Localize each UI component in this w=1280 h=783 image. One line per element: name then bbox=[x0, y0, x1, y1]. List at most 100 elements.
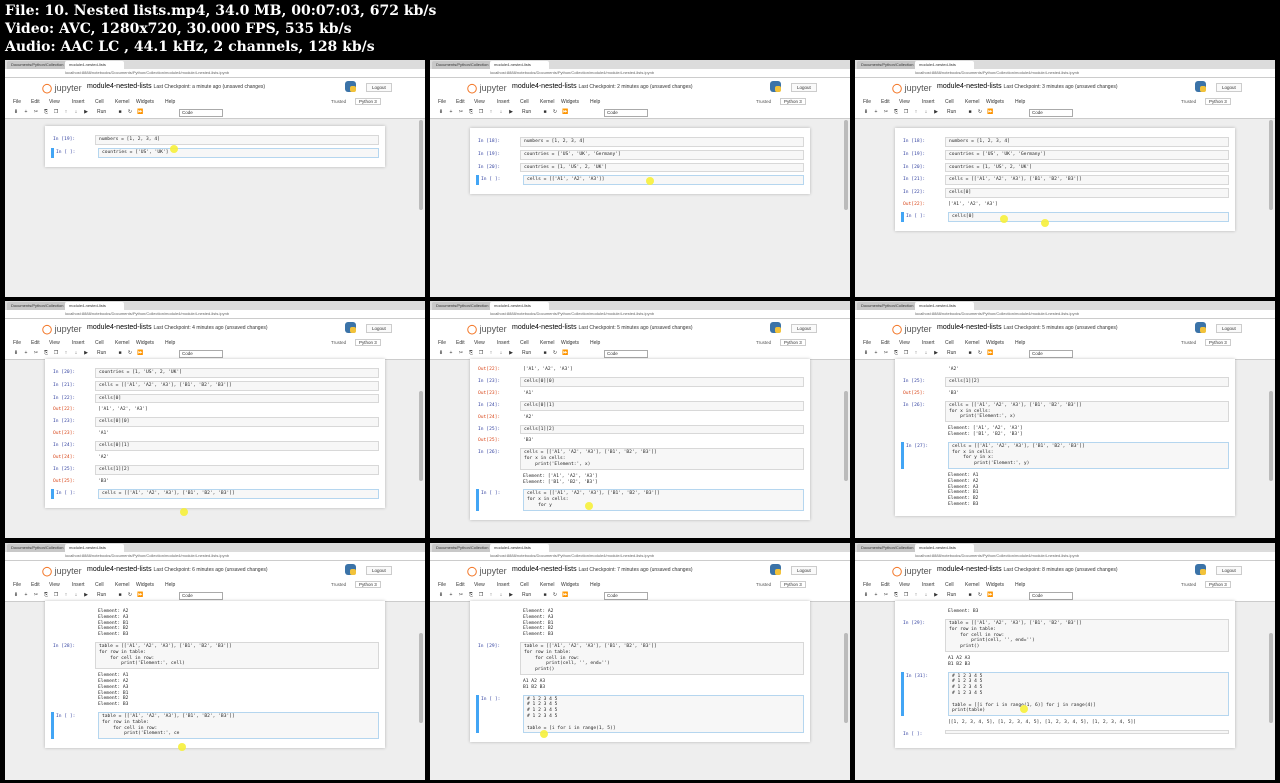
code-cell[interactable]: In [31]: # 1 2 3 4 5 # 1 2 3 4 5 # 1 2 3 … bbox=[901, 671, 1229, 717]
menu-item[interactable]: File bbox=[438, 340, 446, 346]
menu-item[interactable]: Cell bbox=[945, 340, 954, 346]
menu-item[interactable]: Edit bbox=[881, 99, 890, 105]
toolbar-icon[interactable]: ↑ bbox=[913, 350, 919, 356]
cell-code[interactable]: cells = [['A1', 'A2', 'A3'], ['B1', 'B2'… bbox=[98, 488, 379, 499]
code-cell[interactable]: In [26]: cells = [['A1', 'A2', 'A3'], ['B… bbox=[901, 400, 1229, 423]
cell-code[interactable]: numbers = [1, 2, 3, 4] bbox=[520, 137, 804, 147]
menu-item[interactable]: View bbox=[49, 99, 60, 105]
toolbar-icon[interactable]: ▶ bbox=[83, 592, 89, 598]
menu-item[interactable]: Widgets bbox=[561, 99, 579, 105]
cell-code[interactable]: # 1 2 3 4 5 # 1 2 3 4 5 # 1 2 3 4 5 # 1 … bbox=[523, 694, 804, 734]
toolbar-icon[interactable]: ■ bbox=[967, 109, 973, 115]
toolbar-icon[interactable]: ↑ bbox=[63, 350, 69, 356]
toolbar-icon[interactable]: ⏩ bbox=[987, 592, 993, 598]
cell-code[interactable]: cells = [['A1', 'A2', 'A3'], ['B1', 'B2'… bbox=[945, 400, 1229, 423]
cell-code[interactable]: cells[0] bbox=[945, 188, 1229, 198]
menu-item[interactable]: Cell bbox=[520, 99, 529, 105]
notebook-title[interactable]: module4-nested-lists Last Checkpoint: a … bbox=[87, 83, 265, 90]
toolbar-icon[interactable]: + bbox=[873, 350, 879, 356]
code-cell[interactable]: In [19]: countries = ['US', 'UK', 'German… bbox=[476, 149, 804, 160]
cell-code[interactable]: countries = ['US', 'UK'] bbox=[98, 147, 379, 158]
toolbar-icon[interactable]: ■ bbox=[117, 109, 123, 115]
scrollbar[interactable] bbox=[1269, 120, 1273, 210]
logout-button[interactable]: Logout bbox=[366, 324, 392, 333]
menu-item[interactable]: View bbox=[899, 99, 910, 105]
menu-item[interactable]: Insert bbox=[497, 582, 510, 588]
toolbar-icon[interactable]: ▶ bbox=[933, 350, 939, 356]
address-bar[interactable]: localhost:8888/notebooks/Documents/Pytho… bbox=[430, 310, 850, 319]
jupyter-logo[interactable]: ◯ jupyter bbox=[892, 324, 932, 335]
browser-tab[interactable]: Documents/Python/Collection bbox=[432, 61, 491, 69]
jupyter-logo[interactable]: ◯ jupyter bbox=[42, 324, 82, 335]
address-bar[interactable]: localhost:8888/notebooks/Documents/Pytho… bbox=[855, 552, 1275, 561]
logout-button[interactable]: Logout bbox=[1216, 566, 1242, 575]
menu-item[interactable]: Cell bbox=[520, 340, 529, 346]
toolbar-icon[interactable]: ⎘ bbox=[43, 592, 49, 598]
toolbar-icon[interactable]: ❐ bbox=[478, 109, 484, 115]
toolbar-icon[interactable]: ❐ bbox=[478, 350, 484, 356]
toolbar-icon[interactable]: ■ bbox=[542, 109, 548, 115]
toolbar-icon[interactable]: ↓ bbox=[73, 109, 79, 115]
toolbar-icon[interactable]: ⬇ bbox=[13, 109, 19, 115]
menu-item[interactable]: View bbox=[49, 340, 60, 346]
code-cell[interactable]: In [19]: numbers = [1, 2, 3, 4] bbox=[51, 135, 379, 145]
toolbar-icon[interactable]: ▶ bbox=[83, 350, 89, 356]
browser-tab[interactable]: module4-nested-lists bbox=[915, 61, 974, 69]
cell-code[interactable]: # 1 2 3 4 5 # 1 2 3 4 5 # 1 2 3 4 5 # 1 … bbox=[948, 671, 1229, 717]
code-cell[interactable]: In [25]: cells[1][2] bbox=[901, 377, 1229, 387]
menu-item[interactable]: Widgets bbox=[136, 582, 154, 588]
toolbar-icon[interactable]: ↻ bbox=[127, 350, 133, 356]
logout-button[interactable]: Logout bbox=[791, 83, 817, 92]
run-button[interactable]: Run bbox=[522, 109, 531, 115]
cell-type-select[interactable]: Code bbox=[1029, 592, 1073, 600]
toolbar-icon[interactable]: + bbox=[448, 350, 454, 356]
cell-code[interactable]: cells = [['A1', 'A2', 'A3'], ['B1', 'B2'… bbox=[945, 175, 1229, 186]
code-cell[interactable]: In [ ]: cells = [['A1', 'A2', 'A3'], ['B1… bbox=[51, 488, 379, 499]
cell-code[interactable]: countries = [1, 'US', 2, 'UK'] bbox=[945, 162, 1229, 173]
cell-code[interactable]: cells[0] bbox=[948, 211, 1229, 222]
menu-item[interactable]: File bbox=[863, 582, 871, 588]
jupyter-logo[interactable]: ◯ jupyter bbox=[42, 566, 82, 577]
menu-item[interactable]: Help bbox=[590, 582, 600, 588]
toolbar-icon[interactable]: ↻ bbox=[552, 109, 558, 115]
scrollbar[interactable] bbox=[844, 633, 848, 723]
menu-item[interactable]: Edit bbox=[456, 582, 465, 588]
menu-item[interactable]: View bbox=[49, 582, 60, 588]
browser-tab[interactable]: module4-nested-lists bbox=[490, 302, 549, 310]
cell-code[interactable]: cells = [['A1', 'A2', 'A3']] bbox=[523, 175, 804, 186]
code-cell[interactable]: In [ ]: cells = [['A1', 'A2', 'A3'], ['B1… bbox=[476, 489, 804, 511]
menu-item[interactable]: Insert bbox=[72, 99, 85, 105]
toolbar-icon[interactable]: ⬇ bbox=[438, 592, 444, 598]
browser-tab[interactable]: module4-nested-lists bbox=[490, 61, 549, 69]
toolbar-icon[interactable]: ❐ bbox=[53, 592, 59, 598]
cell-type-select[interactable]: Code bbox=[179, 592, 223, 600]
menu-item[interactable]: View bbox=[899, 582, 910, 588]
toolbar-icon[interactable]: ❐ bbox=[903, 592, 909, 598]
menu-item[interactable]: Cell bbox=[95, 340, 104, 346]
logout-button[interactable]: Logout bbox=[791, 324, 817, 333]
address-bar[interactable]: localhost:8888/notebooks/Documents/Pytho… bbox=[855, 310, 1275, 319]
browser-tab[interactable]: Documents/Python/Collection bbox=[432, 302, 491, 310]
address-bar[interactable]: localhost:8888/notebooks/Documents/Pytho… bbox=[5, 310, 425, 319]
menu-item[interactable]: Help bbox=[590, 99, 600, 105]
toolbar-icon[interactable]: ❐ bbox=[903, 109, 909, 115]
menu-item[interactable]: Insert bbox=[922, 340, 935, 346]
toolbar-icon[interactable]: + bbox=[23, 109, 29, 115]
menu-item[interactable]: Edit bbox=[456, 340, 465, 346]
cell-code[interactable]: cells = [['A1', 'A2', 'A3'], ['B1', 'B2'… bbox=[523, 489, 804, 511]
code-cell[interactable]: In [26]: cells = [['A1', 'A2', 'A3'], ['B… bbox=[476, 448, 804, 470]
code-cell[interactable]: In [25]: cells[1][2] bbox=[51, 464, 379, 475]
menu-item[interactable]: Help bbox=[1015, 582, 1025, 588]
browser-tab[interactable]: module4-nested-lists bbox=[65, 544, 124, 552]
code-cell[interactable]: In [23]: cells[0][0] bbox=[51, 417, 379, 428]
toolbar-icon[interactable]: ❐ bbox=[903, 350, 909, 356]
browser-tab[interactable]: module4-nested-lists bbox=[915, 302, 974, 310]
toolbar-icon[interactable]: + bbox=[873, 592, 879, 598]
scrollbar[interactable] bbox=[1269, 391, 1273, 481]
cell-code[interactable]: table = [['A1', 'A2', 'A3'], ['B1', 'B2'… bbox=[98, 711, 379, 740]
cell-type-select[interactable]: Code bbox=[604, 109, 648, 117]
code-cell[interactable]: In [ ]: cells = [['A1', 'A2', 'A3']] bbox=[476, 175, 804, 186]
menu-item[interactable]: Cell bbox=[95, 582, 104, 588]
code-cell[interactable]: In [23]: cells[0][0] bbox=[476, 377, 804, 387]
browser-tab[interactable]: Documents/Python/Collection bbox=[7, 61, 66, 69]
